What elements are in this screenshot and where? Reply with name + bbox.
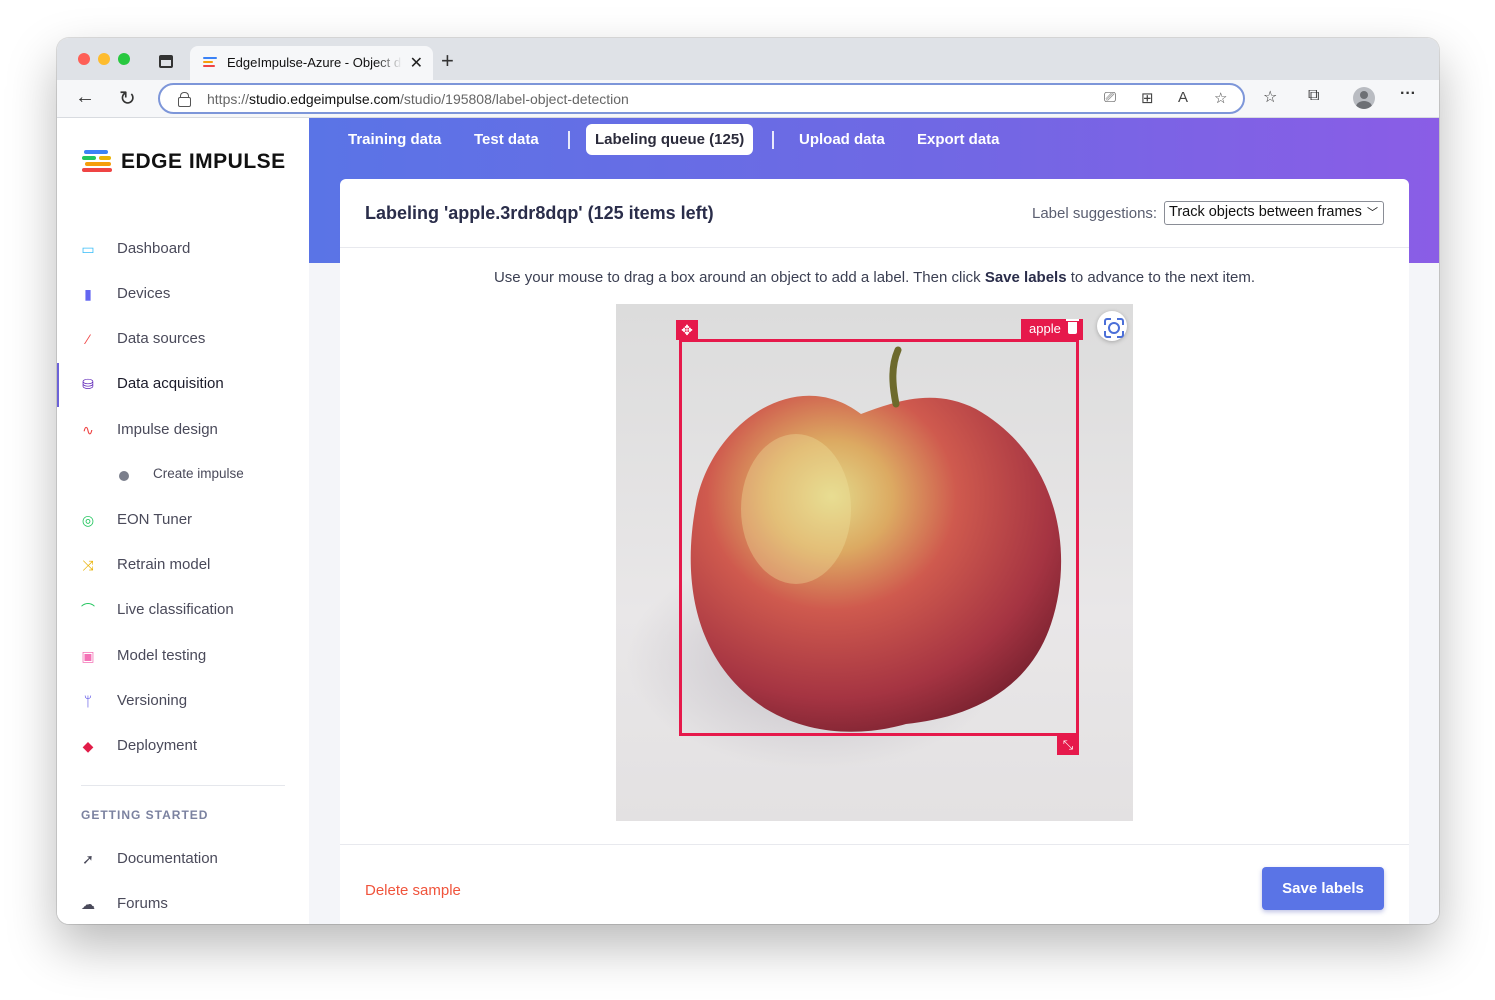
minimize-window-button[interactable]: [98, 53, 110, 65]
branch-icon: ᛘ: [83, 693, 93, 709]
sidebar-item-create-impulse[interactable]: Create impulse: [57, 460, 309, 490]
tab-upload-data[interactable]: Upload data: [799, 131, 885, 148]
tab-labeling-queue[interactable]: Labeling queue (125): [586, 124, 754, 155]
close-window-button[interactable]: [78, 53, 90, 65]
database-icon: ⛁: [82, 376, 94, 392]
more-menu-icon[interactable]: ···: [1400, 85, 1416, 103]
url-text[interactable]: https://studio.edgeimpulse.com/studio/19…: [207, 91, 629, 107]
labeling-canvas[interactable]: ✥ apple ⤡: [616, 304, 1133, 821]
card-header: Labeling 'apple.3rdr8dqp' (125 items lef…: [340, 179, 1409, 248]
pulse-icon: ∿: [82, 422, 94, 438]
edge-impulse-favicon-icon: [203, 57, 217, 69]
chevron-down-icon: ﹀: [1367, 207, 1378, 219]
chip-icon: ▮: [84, 286, 92, 302]
save-labels-button[interactable]: Save labels: [1262, 867, 1384, 910]
tab-separator: [568, 131, 570, 149]
clipboard-icon: ▣: [81, 648, 95, 664]
focus-scan-icon[interactable]: [1097, 311, 1127, 341]
browser-window: EdgeImpulse-Azure - Object detection ✕ +…: [57, 38, 1439, 924]
compass-icon: ◎: [81, 512, 95, 528]
profile-avatar[interactable]: [1353, 87, 1375, 109]
label-suggestions-select[interactable]: Track objects between frames ﹀: [1164, 201, 1384, 225]
edge-impulse-logo-icon: [82, 150, 114, 174]
trash-icon[interactable]: [1065, 319, 1079, 334]
chat-icon: ☁: [81, 896, 95, 912]
curve-icon: ⌒: [81, 602, 95, 618]
card-title: Labeling 'apple.3rdr8dqp' (125 items lef…: [365, 203, 714, 223]
dot-icon: [119, 471, 129, 481]
browser-toolbar: ← ↻ https://studio.edgeimpulse.com/studi…: [57, 80, 1439, 118]
wand-icon: ⁄: [86, 331, 90, 347]
data-tabs: Training data Test data Labeling queue (…: [309, 118, 1439, 162]
bbox-label-tag[interactable]: apple: [1021, 319, 1083, 340]
sidebar-divider: [81, 785, 285, 786]
read-aloud-icon[interactable]: A: [1178, 89, 1188, 106]
reload-button[interactable]: ↻: [119, 86, 136, 111]
logo-text: EDGE IMPULSE: [121, 150, 286, 173]
tab-training-data[interactable]: Training data: [348, 131, 441, 148]
labeling-card: Labeling 'apple.3rdr8dqp' (125 items lef…: [340, 179, 1409, 924]
bounding-box[interactable]: [679, 339, 1079, 736]
cube-icon: ◆: [82, 738, 94, 754]
address-bar[interactable]: https://studio.edgeimpulse.com/studio/19…: [158, 83, 1245, 114]
sidebar-item-data-sources[interactable]: ⁄ Data sources: [57, 325, 309, 355]
page: EDGE IMPULSE ▭ Dashboard ▮ Devices ⁄ Dat…: [57, 118, 1439, 924]
instructions-text: Use your mouse to drag a box around an o…: [493, 269, 1256, 286]
rocket-icon: ➚: [82, 851, 94, 867]
sidebar-item-dashboard[interactable]: ▭ Dashboard: [57, 235, 309, 265]
zoom-window-button[interactable]: [118, 53, 130, 65]
shuffle-icon: ⤨: [82, 557, 94, 573]
collections-icon[interactable]: ⧉: [1308, 87, 1319, 105]
label-suggestions-label: Label suggestions:: [1032, 205, 1158, 222]
resize-handle-icon[interactable]: ⤡: [1057, 735, 1079, 755]
sidebar-item-deployment[interactable]: ◆ Deployment: [57, 732, 309, 762]
browser-tab[interactable]: EdgeImpulse-Azure - Object detection ✕: [190, 46, 433, 80]
move-handle-icon[interactable]: ✥: [676, 320, 698, 340]
new-tab-button[interactable]: +: [441, 48, 454, 74]
tab-separator: [772, 131, 774, 149]
cast-icon[interactable]: ⎚: [1104, 89, 1116, 106]
tab-title: EdgeImpulse-Azure - Object detection: [227, 55, 402, 70]
sidebar-item-live-classification[interactable]: ⌒ Live classification: [57, 596, 309, 626]
monitor-icon: ▭: [81, 241, 95, 257]
main-content: Training data Test data Labeling queue (…: [309, 118, 1439, 924]
sidebar-item-eon-tuner[interactable]: ◎ EON Tuner: [57, 506, 309, 536]
delete-sample-link[interactable]: Delete sample: [365, 882, 461, 899]
sidebar: EDGE IMPULSE ▭ Dashboard ▮ Devices ⁄ Dat…: [57, 118, 309, 924]
add-favorite-icon[interactable]: ☆: [1214, 89, 1227, 107]
sidebar-item-model-testing[interactable]: ▣ Model testing: [57, 642, 309, 672]
tab-close-icon[interactable]: ✕: [410, 53, 423, 73]
sidebar-item-forums[interactable]: ☁ Forums: [57, 890, 309, 920]
title-bar: EdgeImpulse-Azure - Object detection ✕ +: [57, 38, 1439, 80]
sidebar-item-impulse-design[interactable]: ∿ Impulse design: [57, 416, 309, 446]
sidebar-item-versioning[interactable]: ᛘ Versioning: [57, 687, 309, 717]
sidebar-item-retrain-model[interactable]: ⤨ Retrain model: [57, 551, 309, 581]
sidebar-item-data-acquisition[interactable]: ⛁ Data acquisition: [57, 363, 309, 407]
tab-test-data[interactable]: Test data: [474, 131, 539, 148]
sidebar-item-documentation[interactable]: ➚ Documentation: [57, 845, 309, 875]
favorites-icon[interactable]: ☆: [1263, 87, 1277, 107]
tab-export-data[interactable]: Export data: [917, 131, 1000, 148]
tab-actions-icon[interactable]: [159, 55, 173, 68]
apps-icon[interactable]: ⊞: [1141, 89, 1154, 107]
sidebar-item-devices[interactable]: ▮ Devices: [57, 280, 309, 310]
card-footer: Delete sample Save labels: [340, 844, 1409, 924]
section-title-getting-started: GETTING STARTED: [81, 808, 209, 822]
lock-icon[interactable]: [178, 92, 191, 107]
back-button[interactable]: ←: [75, 86, 95, 109]
